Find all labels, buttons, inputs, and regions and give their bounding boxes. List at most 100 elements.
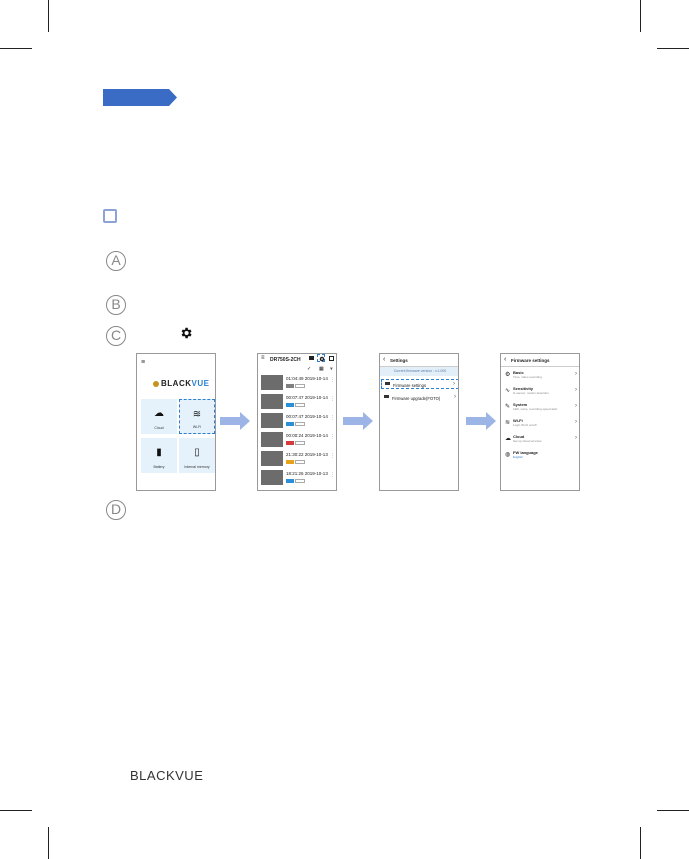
step-marker-a: A	[106, 251, 126, 271]
crop-mark	[48, 0, 49, 32]
filter-icon[interactable]: ⩔	[330, 366, 333, 372]
blackvue-logo: BLACKVUE	[153, 379, 209, 388]
video-thumbnail	[261, 413, 283, 428]
chevron-right-icon: ›	[575, 419, 577, 425]
more-options-icon[interactable]: ⋮	[330, 434, 335, 440]
phone-icon: ▯	[194, 447, 200, 458]
file-list-row[interactable]: 00:07:47 2019-10-14 ⋮	[261, 412, 335, 429]
phone-screen-firmware-settings: ‹ Firmware settings ⚙ Basic Time, video …	[500, 353, 580, 491]
video-thumbnail	[261, 470, 283, 485]
step-marker-b: B	[106, 295, 126, 315]
menu-item-firmware-upgrade[interactable]: Firmware upgrade(FOTO) ›	[381, 393, 458, 403]
chevron-right-icon: ›	[575, 435, 577, 441]
cloud-icon: ☁	[505, 436, 511, 442]
back-icon[interactable]: ‹	[504, 356, 506, 363]
chevron-right-icon: ›	[575, 387, 577, 393]
menu-item-wifi[interactable]: ≋ Wi-Fi Login Wi-Fi on/off ›	[501, 416, 579, 431]
file-list-row[interactable]: 00:00:24 2019-10-14 ⋮	[261, 431, 335, 448]
menu-item-cloud[interactable]: ☁ Cloud Set up cloud services ›	[501, 432, 579, 447]
crop-mark	[0, 810, 32, 811]
more-options-icon[interactable]: ⋮	[330, 377, 335, 383]
menu-icon[interactable]: ≡	[141, 359, 145, 366]
file-list-row[interactable]: 18:21:26 2019-10-13 ⋮	[261, 469, 335, 486]
event-type-badge	[286, 460, 294, 464]
screen-title: Settings	[390, 358, 408, 363]
check-icon[interactable]: ✓	[307, 366, 311, 372]
crop-mark	[640, 0, 641, 32]
more-options-icon[interactable]: ⋮	[330, 453, 335, 459]
arrow-right-icon	[343, 412, 373, 430]
arrow-right-icon	[466, 412, 496, 430]
menu-icon[interactable]: ≡	[261, 355, 265, 361]
chevron-right-icon: ›	[453, 381, 455, 387]
camera-icon	[384, 395, 389, 398]
crop-mark	[657, 810, 689, 811]
video-icon[interactable]	[309, 356, 314, 360]
download-icon[interactable]	[329, 356, 334, 361]
file-timestamp: 21:30:22 2019-10-13	[286, 452, 328, 457]
channel-badge	[295, 422, 305, 426]
globe-icon: ◍	[505, 452, 511, 458]
firmware-version-banner: Current firmware version : v.1.000	[380, 367, 458, 376]
more-options-icon[interactable]: ⋮	[330, 396, 335, 402]
file-timestamp: 18:21:26 2019-10-13	[286, 471, 328, 476]
tile-cloud[interactable]: ☁ Cloud	[141, 399, 177, 434]
file-timestamp: 00:00:24 2019-10-14	[286, 433, 328, 438]
wifi-icon: ≋	[192, 409, 202, 420]
step-marker-d: D	[106, 500, 126, 520]
menu-item-fw-language[interactable]: ◍ FW language English	[501, 448, 579, 463]
menu-item-system[interactable]: ✎ System LED, voice, recording speed ale…	[501, 400, 579, 415]
menu-item-basic[interactable]: ⚙ Basic Time, video recording ›	[501, 368, 579, 383]
crop-mark	[0, 48, 32, 49]
gear-icon	[179, 326, 193, 340]
chevron-right-icon: ›	[575, 371, 577, 377]
back-icon[interactable]: ‹	[383, 356, 385, 363]
checkbox-square-icon	[103, 209, 117, 223]
device-title: DR750S-2CH	[270, 357, 301, 363]
tile-internal-memory[interactable]: ▯ Internal memory	[179, 438, 215, 473]
more-options-icon[interactable]: ⋮	[330, 472, 335, 478]
phone-screen-file-list: ≡ DR750S-2CH ✓ ▦ ⩔ 01:04:49 2019-10-14 ⋮ 0…	[257, 353, 337, 491]
file-list-row[interactable]: 21:30:22 2019-10-13 ⋮	[261, 450, 335, 467]
footer-brand: BLACKVUE	[130, 768, 204, 783]
channel-badge	[295, 384, 305, 388]
settings-gear-icon[interactable]	[317, 354, 325, 362]
file-list-row[interactable]: 00:07:47 2019-10-14 ⋮	[261, 393, 335, 410]
sensitivity-icon: ∿	[505, 388, 511, 394]
section-tab	[103, 89, 177, 106]
camera-icon	[385, 382, 390, 385]
screen-title: Firmware settings	[511, 358, 550, 363]
wrench-icon: ✎	[505, 404, 511, 410]
channel-badge	[295, 479, 305, 483]
arrow-right-icon	[220, 412, 250, 430]
event-type-badge	[286, 422, 294, 426]
battery-icon: ▮	[156, 447, 162, 458]
tile-wifi[interactable]: ≋ Wi-Fi	[179, 399, 215, 434]
event-type-badge	[286, 441, 294, 445]
event-type-badge	[286, 479, 294, 483]
cloud-icon: ☁	[154, 408, 164, 419]
phone-screen-settings: ‹ Settings Current firmware version : v.…	[379, 353, 459, 491]
video-thumbnail	[261, 394, 283, 409]
file-timestamp: 00:07:47 2019-10-14	[286, 414, 328, 419]
phone-screen-home: ≡ BLACKVUE ☁ Cloud ≋ Wi-Fi ▮ Battery ▯ I…	[136, 353, 216, 491]
gear-icon: ⚙	[505, 372, 511, 378]
event-type-badge	[286, 384, 294, 388]
chevron-right-icon: ›	[575, 403, 577, 409]
channel-badge	[295, 460, 305, 464]
channel-badge	[295, 403, 305, 407]
menu-item-sensitivity[interactable]: ∿ Sensitivity G-sensor, motion detection…	[501, 384, 579, 399]
crop-mark	[48, 827, 49, 859]
wifi-icon: ≋	[505, 420, 511, 426]
video-thumbnail	[261, 375, 283, 390]
file-list-row[interactable]: 01:04:49 2019-10-14 ⋮	[261, 374, 335, 391]
calendar-icon[interactable]: ▦	[319, 366, 324, 372]
crop-mark	[657, 48, 689, 49]
file-timestamp: 00:07:47 2019-10-14	[286, 395, 328, 400]
tile-battery[interactable]: ▮ Battery	[141, 438, 177, 473]
menu-item-firmware-settings[interactable]: Firmware settings ›	[381, 379, 458, 389]
video-thumbnail	[261, 432, 283, 447]
more-options-icon[interactable]: ⋮	[330, 415, 335, 421]
event-type-badge	[286, 403, 294, 407]
video-thumbnail	[261, 451, 283, 466]
